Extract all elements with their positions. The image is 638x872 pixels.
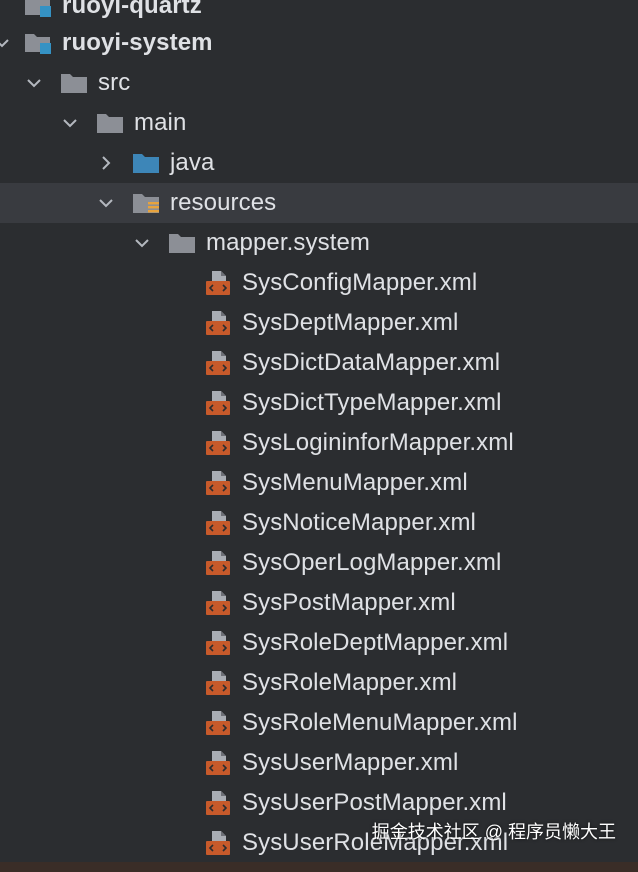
tree-item-xml-file[interactable]: SysLogininforMapper.xml xyxy=(0,423,638,463)
tree-item-label: SysDictTypeMapper.xml xyxy=(242,389,502,416)
bottom-strip xyxy=(0,862,638,872)
xml-file-icon xyxy=(205,670,233,695)
tree-item-label: ruoyi-quartz xyxy=(62,0,202,19)
tree-item-label: java xyxy=(170,149,215,176)
xml-file-icon xyxy=(205,590,233,615)
tree-item-label: SysRoleDeptMapper.xml xyxy=(242,629,509,656)
tree-item-mapper-system[interactable]: mapper.system xyxy=(0,223,638,263)
module-folder-icon xyxy=(24,31,52,55)
tree-item-xml-file[interactable]: SysOperLogMapper.xml xyxy=(0,543,638,583)
tree-item-xml-file[interactable]: SysUserPostMapper.xml xyxy=(0,783,638,823)
xml-file-icon xyxy=(205,470,233,495)
xml-file-icon xyxy=(205,630,233,655)
xml-file-icon xyxy=(205,710,233,735)
tree-item-resources[interactable]: resources xyxy=(0,183,638,223)
xml-file-icon xyxy=(205,310,233,335)
tree-item-label: mapper.system xyxy=(206,229,371,256)
xml-file-icon xyxy=(205,430,233,455)
chevron-down-icon[interactable] xyxy=(134,235,150,251)
module-folder-icon xyxy=(24,0,52,18)
resources-folder-icon xyxy=(132,191,160,215)
tree-item-label: SysRoleMapper.xml xyxy=(242,669,458,696)
tree-item-xml-file[interactable]: SysConfigMapper.xml xyxy=(0,263,638,303)
chevron-down-icon[interactable] xyxy=(0,35,10,51)
chevron-down-icon[interactable] xyxy=(62,115,78,131)
tree-item-label: SysLogininforMapper.xml xyxy=(242,429,514,456)
chevron-right-icon[interactable] xyxy=(98,155,114,171)
folder-icon xyxy=(96,111,124,135)
tree-item-xml-file[interactable]: SysRoleMapper.xml xyxy=(0,663,638,703)
tree-item-label: SysOperLogMapper.xml xyxy=(242,549,502,576)
tree-item-xml-file[interactable]: SysDictDataMapper.xml xyxy=(0,343,638,383)
tree-item-xml-file[interactable]: SysRoleMenuMapper.xml xyxy=(0,703,638,743)
tree-item-xml-file[interactable]: SysUserMapper.xml xyxy=(0,743,638,783)
tree-item-xml-file[interactable]: SysDictTypeMapper.xml xyxy=(0,383,638,423)
tree-item-label: SysNoticeMapper.xml xyxy=(242,509,476,536)
project-tree: ruoyi-quartz ruoyi-system src main java … xyxy=(0,0,638,862)
xml-file-icon xyxy=(205,390,233,415)
tree-item-ruoyi-system[interactable]: ruoyi-system xyxy=(0,23,638,63)
tree-item-label: SysRoleMenuMapper.xml xyxy=(242,709,518,736)
tree-item-label: src xyxy=(98,69,131,96)
tree-item-label: SysUserMapper.xml xyxy=(242,749,459,776)
tree-item-label: SysConfigMapper.xml xyxy=(242,269,478,296)
xml-file-icon xyxy=(205,510,233,535)
tree-item-xml-file[interactable]: SysDeptMapper.xml xyxy=(0,303,638,343)
tree-item-main[interactable]: main xyxy=(0,103,638,143)
tree-item-label: resources xyxy=(170,189,277,216)
tree-item-label: SysDictDataMapper.xml xyxy=(242,349,501,376)
xml-file-icon xyxy=(205,550,233,575)
chevron-down-icon[interactable] xyxy=(26,75,42,91)
xml-file-icon xyxy=(205,350,233,375)
source-folder-icon xyxy=(132,151,160,175)
folder-icon xyxy=(60,71,88,95)
tree-item-label: main xyxy=(134,109,187,136)
tree-item-label: SysDeptMapper.xml xyxy=(242,309,459,336)
tree-item-xml-file[interactable]: SysMenuMapper.xml xyxy=(0,463,638,503)
tree-item-xml-file[interactable]: SysRoleDeptMapper.xml xyxy=(0,623,638,663)
tree-item-label: SysMenuMapper.xml xyxy=(242,469,468,496)
xml-file-icon xyxy=(205,790,233,815)
tree-item-src[interactable]: src xyxy=(0,63,638,103)
tree-item-java[interactable]: java xyxy=(0,143,638,183)
xml-file-icon xyxy=(205,270,233,295)
folder-icon xyxy=(168,231,196,255)
watermark: 掘金技术社区 @ 程序员懒大王 xyxy=(371,822,616,842)
tree-item-label: ruoyi-system xyxy=(62,29,213,56)
tree-item-label: SysUserPostMapper.xml xyxy=(242,789,507,816)
tree-item-label: SysPostMapper.xml xyxy=(242,589,456,616)
chevron-down-icon[interactable] xyxy=(98,195,114,211)
tree-item-xml-file[interactable]: SysPostMapper.xml xyxy=(0,583,638,623)
xml-file-icon xyxy=(205,750,233,775)
tree-item-xml-file[interactable]: SysNoticeMapper.xml xyxy=(0,503,638,543)
xml-file-icon xyxy=(205,830,233,855)
